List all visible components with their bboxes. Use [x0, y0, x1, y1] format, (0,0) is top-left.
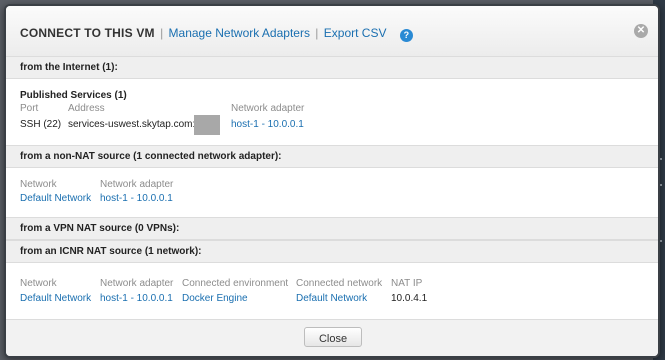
help-icon[interactable]: ?: [399, 29, 413, 42]
network-link[interactable]: Default Network: [20, 293, 91, 304]
close-button[interactable]: Close: [304, 327, 362, 347]
network-adapter-link[interactable]: host-1 - 10.0.0.1: [100, 193, 173, 204]
column-connected-environment: Connected environment: [182, 278, 289, 289]
dialog-title: CONNECT TO THIS VM: [20, 26, 155, 40]
address-value: services-uswest.skytap.com:: [68, 119, 196, 130]
column-network-adapter: Network adapter: [100, 278, 174, 289]
connected-environment-link[interactable]: Docker Engine: [182, 293, 248, 304]
column-nat-ip: NAT IP: [391, 278, 423, 289]
manage-network-adapters-link[interactable]: Manage Network Adapters: [169, 26, 310, 40]
close-icon[interactable]: ✕: [634, 24, 648, 38]
column-network-adapter: Network adapter: [231, 103, 305, 114]
title-separator: |: [160, 26, 164, 40]
title-row: CONNECT TO THIS VM | Manage Network Adap…: [20, 26, 413, 42]
published-services-title: Published Services (1): [20, 90, 127, 101]
export-csv-link[interactable]: Export CSV: [324, 26, 387, 40]
column-connected-network: Connected network: [296, 278, 383, 289]
dialog-footer: Close: [6, 319, 658, 356]
redacted-port-box: [194, 115, 220, 135]
section-internet-header: from the Internet (1):: [6, 56, 658, 79]
section-non-nat-header: from a non-NAT source (1 connected netwo…: [6, 145, 658, 168]
network-link[interactable]: Default Network: [20, 193, 91, 204]
port-value: SSH (22): [20, 119, 62, 130]
column-port: Port: [20, 103, 39, 114]
network-adapter-link[interactable]: host-1 - 10.0.0.1: [100, 293, 173, 304]
link-separator: |: [315, 26, 319, 40]
nat-ip-value: 10.0.4.1: [391, 293, 428, 304]
column-address: Address: [68, 103, 105, 114]
connect-dialog: CONNECT TO THIS VM | Manage Network Adap…: [4, 4, 660, 358]
network-adapter-link[interactable]: host-1 - 10.0.0.1: [231, 119, 304, 130]
dialog-header: CONNECT TO THIS VM | Manage Network Adap…: [6, 6, 658, 57]
section-heading: from an ICNR NAT source (1 network):: [20, 246, 202, 257]
section-vpn-header: from a VPN NAT source (0 VPNs):: [6, 217, 658, 240]
section-heading: from a VPN NAT source (0 VPNs):: [20, 223, 180, 234]
section-heading: from the Internet (1):: [20, 62, 118, 73]
section-heading: from a non-NAT source (1 connected netwo…: [20, 151, 282, 162]
column-network: Network: [20, 278, 57, 289]
column-network: Network: [20, 179, 57, 190]
section-icnr-header: from an ICNR NAT source (1 network):: [6, 240, 658, 263]
column-network-adapter: Network adapter: [100, 179, 174, 190]
connected-network-link[interactable]: Default Network: [296, 293, 367, 304]
